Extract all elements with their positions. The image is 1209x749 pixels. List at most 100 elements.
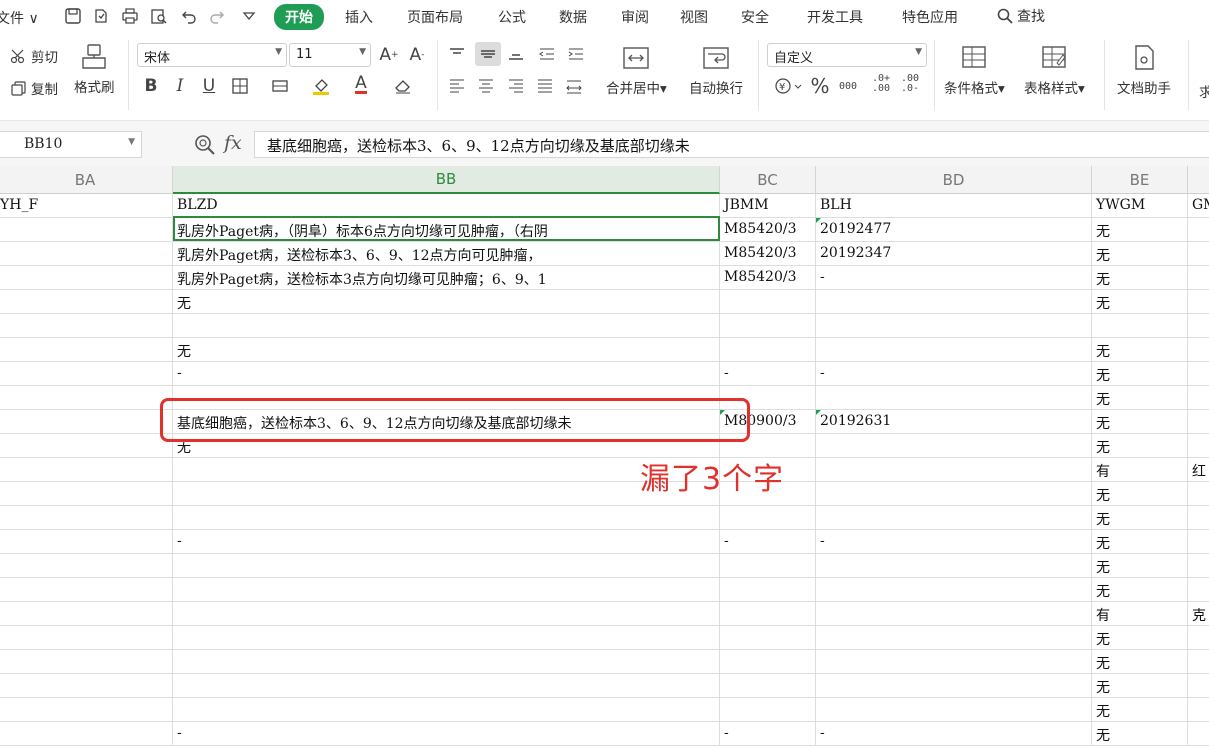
cell-bd[interactable]: 20192631 <box>816 410 1092 434</box>
cell-bc[interactable]: - <box>720 722 816 746</box>
cell-be[interactable]: 无 <box>1092 722 1188 746</box>
cell-ba[interactable] <box>0 218 173 242</box>
cell-bd[interactable]: - <box>816 266 1092 290</box>
decrease-indent-icon[interactable] <box>537 44 557 64</box>
cell-bb[interactable]: 乳房外Paget病，送检标本3、6、9、12点方向可见肿瘤， <box>173 242 720 266</box>
cell-bb[interactable] <box>173 674 720 698</box>
cell-bf[interactable] <box>1188 218 1209 242</box>
borders-icon[interactable] <box>230 76 250 96</box>
align-middle-icon[interactable] <box>475 42 501 66</box>
cell-bb[interactable] <box>173 602 720 626</box>
cell-bf[interactable] <box>1188 506 1209 530</box>
cell-bb[interactable]: 无 <box>173 290 720 314</box>
percent-button[interactable]: % <box>810 74 830 98</box>
cell-be[interactable]: 无 <box>1092 506 1188 530</box>
column-header-ba[interactable]: BA <box>0 166 173 194</box>
cell-bd[interactable] <box>816 554 1092 578</box>
cell-be[interactable]: 无 <box>1092 242 1188 266</box>
cell-ba[interactable] <box>0 626 173 650</box>
number-format-select[interactable]: 自定义 ▼ <box>767 43 927 67</box>
cell-bf[interactable]: GM <box>1188 194 1209 218</box>
align-center-icon[interactable] <box>476 76 496 96</box>
cell-be[interactable]: 无 <box>1092 386 1188 410</box>
cut-button[interactable]: 剪切 <box>10 46 58 66</box>
find-button[interactable]: 查找 <box>996 6 1045 26</box>
cell-ba[interactable] <box>0 434 173 458</box>
cell-bc[interactable] <box>720 650 816 674</box>
cell-bd[interactable]: BLH <box>816 194 1092 218</box>
tab-review[interactable]: 审阅 <box>621 7 649 27</box>
zoom-search-icon[interactable] <box>194 134 216 160</box>
cell-be[interactable]: 无 <box>1092 218 1188 242</box>
cell-bb[interactable]: 无 <box>173 434 720 458</box>
format-painter-button[interactable]: 格式刷 <box>74 42 115 96</box>
cell-bf[interactable] <box>1188 290 1209 314</box>
align-bottom-icon[interactable] <box>506 44 526 64</box>
cell-ba[interactable] <box>0 362 173 386</box>
italic-button[interactable]: I <box>170 76 190 96</box>
cell-be[interactable]: 无 <box>1092 650 1188 674</box>
cell-ba[interactable] <box>0 698 173 722</box>
cell-bc[interactable] <box>720 698 816 722</box>
cell-bd[interactable]: - <box>816 362 1092 386</box>
cell-bf[interactable]: 红 <box>1188 458 1209 482</box>
font-size-select[interactable]: 11 ▼ <box>289 43 371 67</box>
column-header-be[interactable]: BE <box>1092 166 1188 194</box>
cell-bf[interactable] <box>1188 314 1209 338</box>
font-color-icon[interactable]: A <box>351 75 371 95</box>
cell-ba[interactable] <box>0 458 173 482</box>
cell-bc[interactable] <box>720 290 816 314</box>
customize-toolbar-icon[interactable] <box>238 6 260 26</box>
cell-bd[interactable]: - <box>816 530 1092 554</box>
cell-bb[interactable]: - <box>173 362 720 386</box>
tab-view[interactable]: 视图 <box>680 7 708 27</box>
cell-bf[interactable] <box>1188 410 1209 434</box>
increase-font-icon[interactable]: A + <box>379 45 399 65</box>
cell-be[interactable]: 无 <box>1092 626 1188 650</box>
cell-bf[interactable] <box>1188 650 1209 674</box>
cell-bb[interactable] <box>173 554 720 578</box>
cell-bd[interactable] <box>816 314 1092 338</box>
insert-function-button[interactable]: fx <box>224 132 242 154</box>
cell-be[interactable]: 无 <box>1092 362 1188 386</box>
table-style-button[interactable]: 表格样式▾ <box>1024 43 1085 97</box>
cell-bc[interactable] <box>720 674 816 698</box>
cell-be[interactable]: 无 <box>1092 290 1188 314</box>
cell-ba[interactable] <box>0 338 173 362</box>
cell-ba[interactable] <box>0 722 173 746</box>
cell-bb[interactable] <box>173 314 720 338</box>
cell-bf[interactable] <box>1188 698 1209 722</box>
cell-bc[interactable] <box>720 626 816 650</box>
cell-bd[interactable] <box>816 482 1092 506</box>
cell-ba[interactable] <box>0 290 173 314</box>
cell-bf[interactable] <box>1188 362 1209 386</box>
cell-be[interactable]: 无 <box>1092 674 1188 698</box>
tab-special-features[interactable]: 特色应用 <box>902 7 958 27</box>
cell-ba[interactable] <box>0 650 173 674</box>
decrease-decimal-button[interactable]: .00 .0- <box>899 74 921 94</box>
cell-ba[interactable] <box>0 242 173 266</box>
cell-bd[interactable] <box>816 674 1092 698</box>
cell-bd[interactable] <box>816 290 1092 314</box>
cell-be[interactable]: 无 <box>1092 554 1188 578</box>
cell-bb[interactable] <box>173 698 720 722</box>
cell-bb[interactable] <box>173 386 720 410</box>
cell-bd[interactable]: 20192347 <box>816 242 1092 266</box>
cell-be[interactable]: 无 <box>1092 482 1188 506</box>
print-preview-icon[interactable] <box>148 6 170 26</box>
cell-bc[interactable] <box>720 578 816 602</box>
cell-bf[interactable] <box>1188 530 1209 554</box>
column-header-bd[interactable]: BD <box>816 166 1092 194</box>
cell-bb[interactable] <box>173 578 720 602</box>
cell-bf[interactable] <box>1188 338 1209 362</box>
tab-developer[interactable]: 开发工具 <box>807 7 863 27</box>
cell-be[interactable]: 无 <box>1092 434 1188 458</box>
ribbon-overflow-label[interactable]: 求 <box>1199 81 1209 101</box>
cell-bd[interactable]: 20192477 <box>816 218 1092 242</box>
cell-ba[interactable] <box>0 314 173 338</box>
thousands-separator-button[interactable]: 000 <box>838 76 858 96</box>
cell-ba[interactable] <box>0 554 173 578</box>
cell-be[interactable]: 无 <box>1092 530 1188 554</box>
column-header-bf[interactable] <box>1188 166 1209 194</box>
tab-insert[interactable]: 插入 <box>345 7 373 27</box>
